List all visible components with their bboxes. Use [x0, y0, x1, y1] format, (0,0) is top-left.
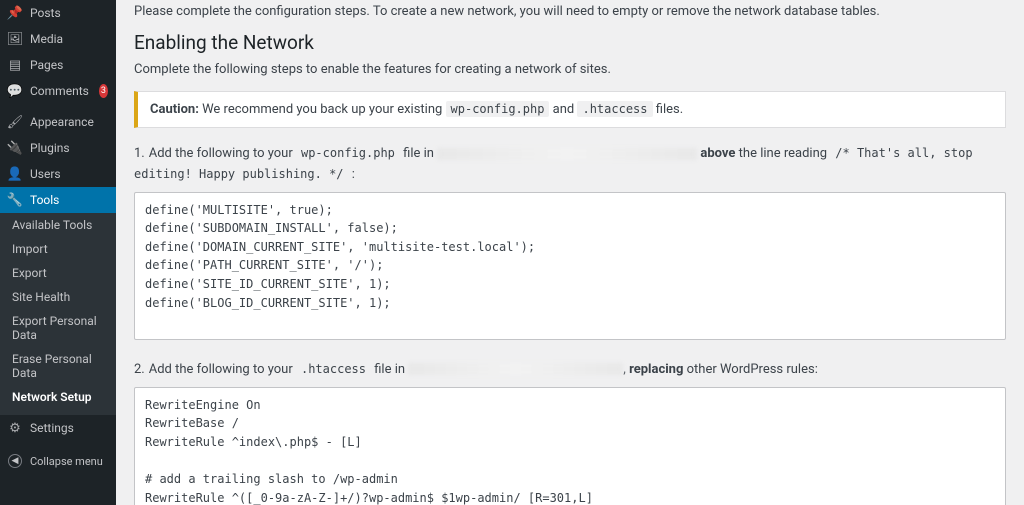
intro-text: Please complete the configuration steps.… — [134, 4, 1006, 19]
step1-label: 1. Add the following to your wp-config.ph… — [134, 144, 1006, 186]
htaccess-code-block[interactable] — [134, 387, 1006, 505]
submenu-item-erase-personal-data[interactable]: Erase Personal Data — [0, 347, 116, 385]
caution-notice: Caution: We recommend you back up your e… — [134, 91, 1006, 128]
submenu-item-import[interactable]: Import — [0, 237, 116, 261]
submenu-item-site-health[interactable]: Site Health — [0, 285, 116, 309]
main-content: Please complete the configuration steps.… — [116, 0, 1024, 505]
caution-text-mid: and — [549, 102, 577, 117]
blurred-path — [437, 148, 697, 160]
submenu-item-network-setup[interactable]: Network Setup — [0, 385, 116, 409]
comments-count-badge: 3 — [99, 84, 108, 98]
step1-filename: wp-config.php — [296, 145, 400, 161]
step2-mid: file in — [371, 362, 408, 377]
nav-item-tools[interactable]: 🔧 Tools — [0, 187, 116, 213]
step2-pre: Add the following to your — [149, 362, 296, 377]
nav-item-posts[interactable]: 📌 Posts — [0, 0, 116, 26]
caution-text-pre: We recommend you back up your existing — [199, 102, 446, 117]
step2-filename: .htaccess — [296, 361, 371, 377]
nav-label: Comments — [30, 84, 89, 98]
nav-item-plugins[interactable]: 🔌 Plugins — [0, 135, 116, 161]
nav-label: Pages — [30, 58, 63, 72]
section-heading: Enabling the Network — [134, 31, 1006, 54]
nav-label: Posts — [30, 6, 61, 20]
media-icon: 🖼 — [8, 32, 22, 46]
nav-item-media[interactable]: 🖼 Media — [0, 26, 116, 52]
step1-above: above — [700, 146, 735, 161]
step1-number: 1. — [134, 146, 145, 161]
step2-number: 2. — [134, 362, 145, 377]
step2-post: other WordPress rules: — [683, 362, 817, 377]
step2-replacing: replacing — [629, 362, 683, 377]
step1-colon: : — [349, 167, 355, 182]
tools-submenu: Available ToolsImportExportSite HealthEx… — [0, 213, 116, 415]
caution-text-post: files. — [653, 102, 684, 117]
plugin-icon: 🔌 — [8, 141, 22, 155]
pin-icon: 📌 — [8, 6, 22, 20]
brush-icon: 🖌 — [8, 115, 22, 129]
nav-item-users[interactable]: 👤 Users — [0, 161, 116, 187]
submenu-item-available-tools[interactable]: Available Tools — [0, 213, 116, 237]
htaccess-code: .htaccess — [577, 101, 652, 117]
section-description: Complete the following steps to enable t… — [134, 62, 1006, 77]
nav-label: Plugins — [30, 141, 70, 155]
submenu-item-export[interactable]: Export — [0, 261, 116, 285]
admin-sidebar: 📌 Posts 🖼 Media ▤ Pages 💬 Comments 3 🖌 Appearance… — [0, 0, 116, 505]
caution-label: Caution: — [150, 102, 199, 117]
tools-icon: 🔧 — [8, 193, 22, 207]
wp-config-code-block[interactable] — [134, 192, 1006, 340]
users-icon: 👤 — [8, 167, 22, 181]
blurred-path — [408, 363, 623, 375]
nav-label: Media — [30, 32, 63, 46]
collapse-menu-button[interactable]: ◀ Collapse menu — [0, 446, 116, 476]
nav-label: Settings — [30, 421, 74, 435]
comment-icon: 💬 — [8, 84, 22, 98]
nav-item-settings[interactable]: ⚙ Settings — [0, 415, 116, 441]
collapse-label: Collapse menu — [30, 455, 103, 468]
nav-item-comments[interactable]: 💬 Comments 3 — [0, 78, 116, 104]
step2-label: 2. Add the following to your .htaccess fi… — [134, 360, 1006, 381]
step1-post: the line reading — [735, 146, 830, 161]
nav-label: Appearance — [30, 115, 94, 129]
nav-label: Users — [30, 167, 61, 181]
nav-item-appearance[interactable]: 🖌 Appearance — [0, 109, 116, 135]
nav-item-pages[interactable]: ▤ Pages — [0, 52, 116, 78]
settings-icon: ⚙ — [8, 421, 22, 435]
page-icon: ▤ — [8, 58, 22, 72]
wp-config-code: wp-config.php — [446, 101, 550, 117]
nav-label: Tools — [30, 193, 59, 207]
collapse-icon: ◀ — [8, 454, 22, 468]
step1-pre: Add the following to your — [149, 146, 296, 161]
submenu-item-export-personal-data[interactable]: Export Personal Data — [0, 309, 116, 347]
step1-mid: file in — [400, 146, 437, 161]
